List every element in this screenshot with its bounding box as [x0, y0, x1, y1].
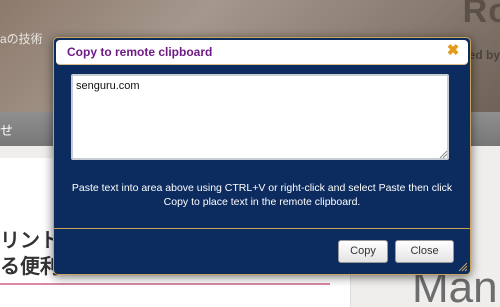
textarea-resize-grip-icon[interactable] [438, 149, 448, 159]
dialog-titlebar[interactable]: Copy to remote clipboard ✖ [56, 40, 468, 65]
close-icon[interactable]: ✖ [446, 43, 460, 59]
copy-button[interactable]: Copy [338, 240, 388, 263]
copy-to-remote-clipboard-dialog: Copy to remote clipboard ✖ Paste text in… [53, 37, 471, 275]
dialog-title: Copy to remote clipboard [67, 45, 213, 59]
close-button[interactable]: Close [395, 240, 454, 263]
background-header-text: aの技術 [0, 32, 43, 46]
clipboard-text-input[interactable] [71, 74, 449, 160]
paste-instructions-text: Paste text into area above using CTRL+V … [71, 182, 453, 208]
dialog-resize-grip-icon[interactable] [458, 262, 468, 272]
dialog-divider [54, 228, 470, 229]
background-nav-text: せ [0, 123, 14, 138]
background-card-divider [0, 283, 330, 285]
background-brand: Ro [462, 0, 500, 30]
